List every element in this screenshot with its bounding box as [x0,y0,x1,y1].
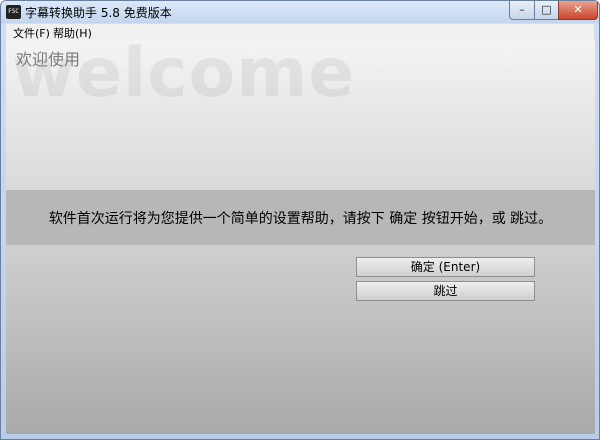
menu-file[interactable]: 文件(F) [13,25,50,41]
app-window: FSC 字幕转换助手 5.8 免费版本 – □ ✕ 文件(F) 帮助(H) we… [0,0,600,440]
skip-button[interactable]: 跳过 [356,281,535,301]
confirm-button[interactable]: 确定 (Enter) [356,257,535,277]
welcome-heading: 欢迎使用 [16,50,81,69]
maximize-button[interactable]: □ [534,1,559,20]
title-bar[interactable]: FSC 字幕转换助手 5.8 免费版本 – □ ✕ [1,1,599,23]
app-icon: FSC [6,5,21,19]
menu-help[interactable]: 帮助(H) [53,25,92,41]
message-band: 软件首次运行将为您提供一个简单的设置帮助，请按下 确定 按钮开始，或 跳过。 [6,190,595,245]
minimize-button[interactable]: – [509,1,535,20]
setup-message: 软件首次运行将为您提供一个简单的设置帮助，请按下 确定 按钮开始，或 跳过。 [48,211,553,227]
menu-bar: 文件(F) 帮助(H) [6,24,594,40]
welcome-panel: welcome 欢迎使用 软件首次运行将为您提供一个简单的设置帮助，请按下 确定… [6,40,595,434]
close-button[interactable]: ✕ [558,1,598,20]
window-title: 字幕转换助手 5.8 免费版本 [25,6,172,20]
